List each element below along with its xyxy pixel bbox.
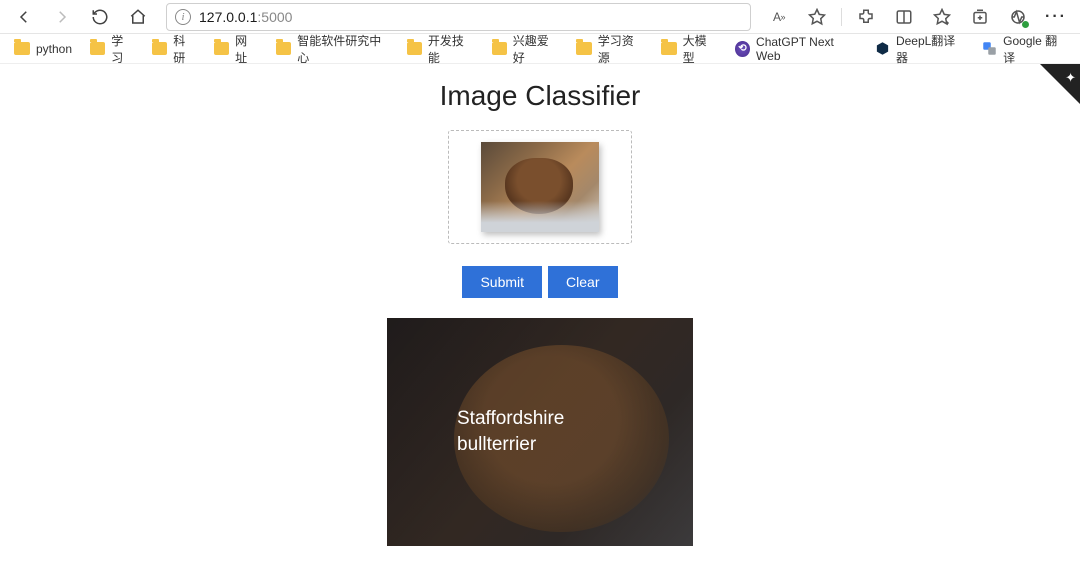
folder-icon [492, 42, 507, 55]
bookmark-label: 智能软件研究中心 [297, 32, 389, 66]
performance-button[interactable] [1002, 1, 1034, 33]
back-button[interactable] [8, 1, 40, 33]
bookmark-label: 开发技能 [428, 32, 474, 66]
folder-icon [152, 42, 167, 55]
image-dropzone[interactable] [448, 130, 632, 244]
folder-icon [214, 42, 229, 55]
bookmark-label: python [36, 42, 72, 56]
result-label: Staffordshire bullterrier [457, 406, 564, 457]
uploaded-image-thumbnail [481, 142, 599, 232]
address-bar[interactable]: i 127.0.0.1:5000 [166, 3, 751, 31]
result-line-1: Staffordshire [457, 406, 564, 432]
button-row: Submit Clear [462, 266, 617, 298]
folder-icon [276, 42, 291, 55]
result-card: Staffordshire bullterrier [387, 318, 693, 546]
result-line-2: bullterrier [457, 432, 564, 458]
site-info-icon[interactable]: i [175, 9, 191, 25]
bookmark-label: 网址 [235, 32, 258, 66]
bookmark-9[interactable]: ⟲ ChatGPT Next Web [727, 31, 865, 67]
chatgpt-icon: ⟲ [735, 41, 750, 57]
bookmark-label: ChatGPT Next Web [756, 35, 857, 63]
bookmark-label: 学习资源 [598, 32, 644, 66]
separator [841, 8, 842, 26]
forward-button[interactable] [46, 1, 78, 33]
favorite-button[interactable] [801, 1, 833, 33]
text-size-button[interactable]: A» [763, 1, 795, 33]
bookmark-0[interactable]: python [6, 38, 80, 60]
google-translate-icon [982, 41, 997, 57]
bookmark-label: Google 翻译 [1003, 32, 1066, 66]
clear-button[interactable]: Clear [548, 266, 617, 298]
bookmark-label: 大模型 [683, 32, 717, 66]
bookmark-label: 科研 [173, 32, 196, 66]
folder-icon [90, 42, 105, 55]
submit-button[interactable]: Submit [462, 266, 542, 298]
page-content: Image Classifier Submit Clear Staffordsh… [0, 64, 1080, 546]
folder-icon [576, 42, 591, 55]
page-title: Image Classifier [440, 80, 641, 112]
url-host: 127.0.0.1:5000 [199, 9, 292, 25]
bookmark-label: 兴趣爱好 [513, 32, 559, 66]
bookmarks-bar: python 学习 科研 网址 智能软件研究中心 开发技能 兴趣爱好 学习资源 大模型 ⟲ Chat… [0, 34, 1080, 64]
bookmark-label: DeepL翻译器 [896, 32, 964, 66]
folder-icon [407, 42, 422, 55]
folder-icon [14, 42, 30, 55]
deepl-icon [875, 41, 890, 57]
folder-icon [661, 42, 676, 55]
bookmark-label: 学习 [111, 32, 134, 66]
